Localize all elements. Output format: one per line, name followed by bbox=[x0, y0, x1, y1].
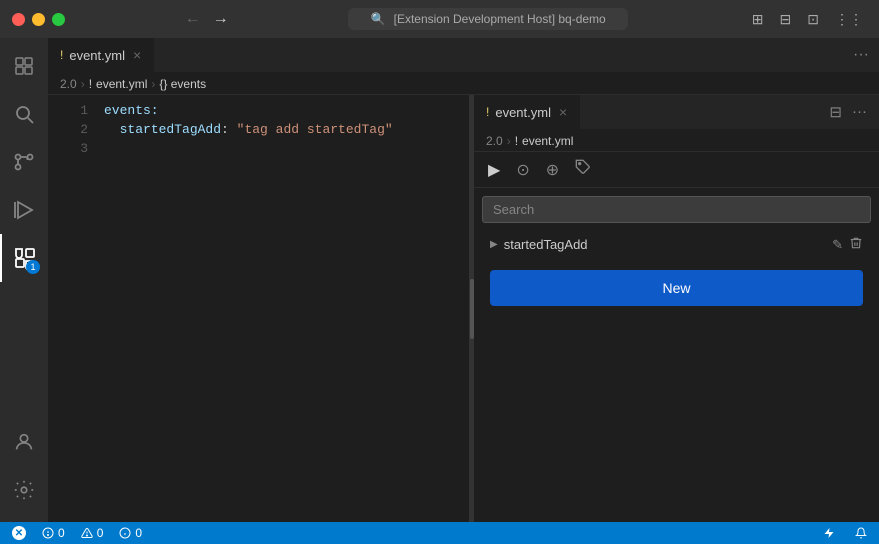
layout-icon[interactable]: ⊞ bbox=[748, 9, 768, 30]
event-arrow-icon: ▶ bbox=[490, 239, 498, 250]
left-tab-label: event.yml bbox=[69, 48, 125, 63]
activity-explorer[interactable] bbox=[0, 42, 48, 90]
activity-source-control[interactable] bbox=[0, 138, 48, 186]
code-content-2: startedTagAdd: "tag add startedTag" bbox=[104, 122, 453, 137]
right-content: ▶ startedTagAdd ✎ N bbox=[474, 188, 879, 522]
line-number-1: 1 bbox=[64, 103, 88, 118]
status-bell[interactable] bbox=[851, 527, 871, 539]
lightning-icon bbox=[823, 527, 835, 539]
split-divider-handle bbox=[470, 279, 474, 339]
right-tab-label: event.yml bbox=[495, 105, 551, 120]
error-icon bbox=[42, 527, 54, 539]
activity-search[interactable] bbox=[0, 90, 48, 138]
event-delete-icon[interactable] bbox=[849, 236, 863, 253]
traffic-lights bbox=[12, 13, 65, 26]
event-edit-icon[interactable]: ✎ bbox=[832, 237, 843, 253]
split-divider[interactable] bbox=[470, 95, 474, 522]
window-title: [Extension Development Host] bq-demo bbox=[394, 12, 606, 26]
status-bar-left: ✕ 0 0 0 bbox=[8, 526, 146, 540]
right-tab-icon-warning: ! bbox=[486, 105, 489, 119]
breadcrumb-path[interactable]: {} events bbox=[159, 77, 206, 91]
split-editor-icon[interactable]: ⊟ bbox=[825, 101, 846, 123]
code-line-3: 3 bbox=[48, 141, 469, 160]
breadcrumb-warning-icon: ! bbox=[89, 77, 92, 91]
info-icon bbox=[119, 527, 131, 539]
status-lightning[interactable] bbox=[819, 527, 839, 539]
right-breadcrumb-warning: ! bbox=[515, 134, 518, 148]
circle-button[interactable]: ⊙ bbox=[510, 156, 535, 184]
title-bar-center[interactable]: 🔍 [Extension Development Host] bq-demo bbox=[348, 8, 628, 30]
back-arrow[interactable]: ← bbox=[185, 10, 201, 28]
event-list-item[interactable]: ▶ startedTagAdd ✎ bbox=[482, 231, 871, 258]
status-warnings[interactable]: 0 bbox=[77, 526, 108, 540]
right-toolbar: ▶ ⊙ ⊕ bbox=[474, 152, 879, 188]
play-button[interactable]: ▶ bbox=[482, 156, 506, 184]
editors-split: 1 events: 2 startedTagAdd: "tag add star… bbox=[48, 95, 879, 522]
title-bar-nav: ← → bbox=[185, 10, 229, 28]
status-bar-right bbox=[819, 527, 871, 539]
tab-icon-warning: ! bbox=[60, 48, 63, 62]
code-content-1: events: bbox=[104, 103, 453, 118]
breadcrumb-version: 2.0 bbox=[60, 77, 77, 91]
code-area: 1 events: 2 startedTagAdd: "tag add star… bbox=[48, 95, 469, 522]
activity-extensions[interactable]: 1 bbox=[0, 234, 48, 282]
new-button[interactable]: New bbox=[490, 270, 863, 306]
right-breadcrumb-version: 2.0 bbox=[486, 134, 503, 148]
right-breadcrumb-file[interactable]: event.yml bbox=[522, 134, 573, 148]
title-bar: ← → 🔍 [Extension Development Host] bq-de… bbox=[0, 0, 879, 38]
status-errors[interactable]: 0 bbox=[38, 526, 69, 540]
line-number-2: 2 bbox=[64, 122, 88, 137]
right-tab-more-btn[interactable]: ··· bbox=[848, 101, 871, 122]
activity-bar: 1 bbox=[0, 38, 48, 522]
activity-accounts[interactable] bbox=[0, 418, 48, 466]
warning-count: 0 bbox=[97, 526, 104, 540]
maximize-traffic-light[interactable] bbox=[52, 13, 65, 26]
title-bar-right: ⊞ ⊟ ⊡ ⋮⋮ bbox=[748, 9, 867, 30]
search-input[interactable] bbox=[482, 196, 871, 223]
tag-button[interactable] bbox=[569, 155, 597, 184]
right-panel: ! event.yml × ⊟ ··· 2.0 › ! event.yml bbox=[474, 95, 879, 522]
status-info[interactable]: 0 bbox=[115, 526, 146, 540]
close-traffic-light[interactable] bbox=[12, 13, 25, 26]
right-tab-close[interactable]: × bbox=[559, 105, 567, 119]
left-tab-more[interactable]: ··· bbox=[843, 38, 879, 72]
bell-icon bbox=[855, 527, 867, 539]
search-icon: 🔍 bbox=[371, 12, 386, 26]
line-number-3: 3 bbox=[64, 141, 88, 156]
activity-settings[interactable] bbox=[0, 466, 48, 514]
error-count: 0 bbox=[58, 526, 65, 540]
right-tab-event-yml[interactable]: ! event.yml × bbox=[474, 95, 580, 129]
panels-icon[interactable]: ⊡ bbox=[803, 9, 823, 30]
main-layout: 1 ! event.yml × bbox=[0, 38, 879, 522]
status-bar: ✕ 0 0 0 bbox=[0, 522, 879, 544]
code-line-2: 2 startedTagAdd: "tag add startedTag" bbox=[48, 122, 469, 141]
status-xmark[interactable]: ✕ bbox=[8, 526, 30, 540]
minimize-traffic-light[interactable] bbox=[32, 13, 45, 26]
forward-arrow[interactable]: → bbox=[213, 10, 229, 28]
split-icon[interactable]: ⊟ bbox=[776, 9, 796, 30]
zoom-button[interactable]: ⊕ bbox=[540, 156, 565, 184]
event-name-label: startedTagAdd bbox=[504, 237, 826, 252]
code-line-1: 1 events: bbox=[48, 103, 469, 122]
activity-bottom bbox=[0, 418, 48, 522]
left-code-editor: 1 events: 2 startedTagAdd: "tag add star… bbox=[48, 95, 470, 522]
activity-run[interactable] bbox=[0, 186, 48, 234]
status-x-icon: ✕ bbox=[12, 526, 26, 540]
warning-icon bbox=[81, 527, 93, 539]
extensions-badge: 1 bbox=[26, 260, 40, 274]
left-tab-event-yml[interactable]: ! event.yml × bbox=[48, 38, 154, 72]
breadcrumb-file[interactable]: event.yml bbox=[96, 77, 147, 91]
right-breadcrumb: 2.0 › ! event.yml bbox=[474, 130, 879, 152]
editor-area: ! event.yml × ··· 2.0 › ! event.yml › {}… bbox=[48, 38, 879, 522]
overflow-icon[interactable]: ⋮⋮ bbox=[831, 9, 867, 30]
code-content-3 bbox=[104, 141, 453, 156]
info-count: 0 bbox=[135, 526, 142, 540]
left-tab-bar: ! event.yml × ··· bbox=[48, 38, 879, 73]
left-breadcrumb: 2.0 › ! event.yml › {} events bbox=[48, 73, 879, 95]
right-tab-bar-right: ⊟ ··· bbox=[825, 95, 879, 129]
right-tab-bar: ! event.yml × ⊟ ··· bbox=[474, 95, 879, 130]
left-tab-close[interactable]: × bbox=[133, 48, 141, 62]
